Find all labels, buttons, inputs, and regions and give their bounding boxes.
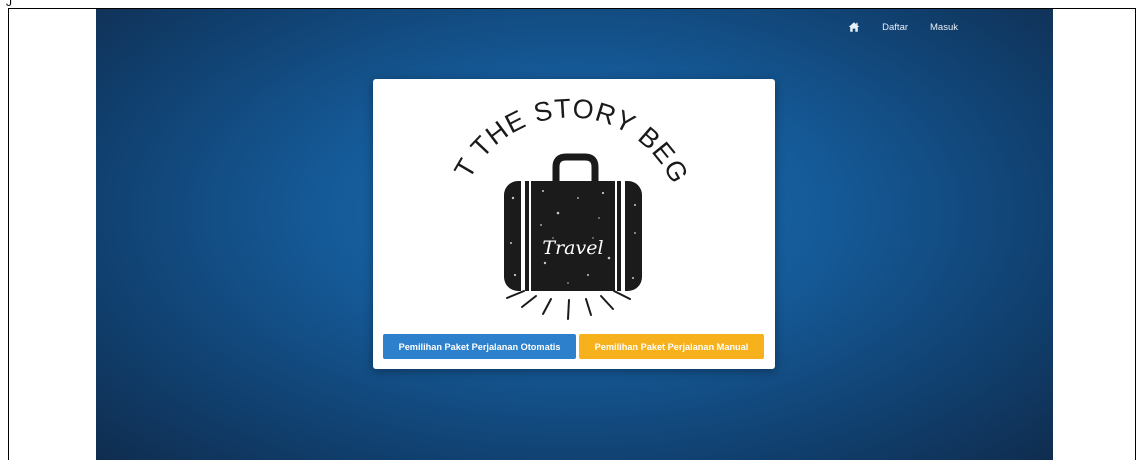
travel-logo: LET THE STORY BEGIN Travel bbox=[373, 93, 695, 320]
home-icon[interactable] bbox=[848, 21, 860, 33]
nav-link-daftar[interactable]: Daftar bbox=[882, 22, 908, 33]
manual-package-button[interactable]: Pemilihan Paket Perjalanan Manual bbox=[579, 334, 764, 359]
frame-line-left bbox=[8, 8, 9, 460]
svg-text:LET THE STORY BEGIN: LET THE STORY BEGIN bbox=[373, 93, 695, 188]
package-selection-buttons: Pemilihan Paket Perjalanan Otomatis Pemi… bbox=[383, 334, 764, 359]
logo-bag-label: Travel bbox=[542, 237, 603, 259]
page-viewport: Daftar Masuk LET THE STORY BEGIN bbox=[96, 9, 1053, 460]
cropped-header-text: J bbox=[6, 0, 12, 9]
nav-link-masuk[interactable]: Masuk bbox=[930, 22, 958, 33]
logo-headline: LET THE STORY BEGIN bbox=[373, 93, 694, 188]
automatic-package-button[interactable]: Pemilihan Paket Perjalanan Otomatis bbox=[383, 334, 576, 359]
main-card: LET THE STORY BEGIN Travel bbox=[373, 79, 775, 369]
top-navigation: Daftar Masuk bbox=[848, 21, 958, 33]
